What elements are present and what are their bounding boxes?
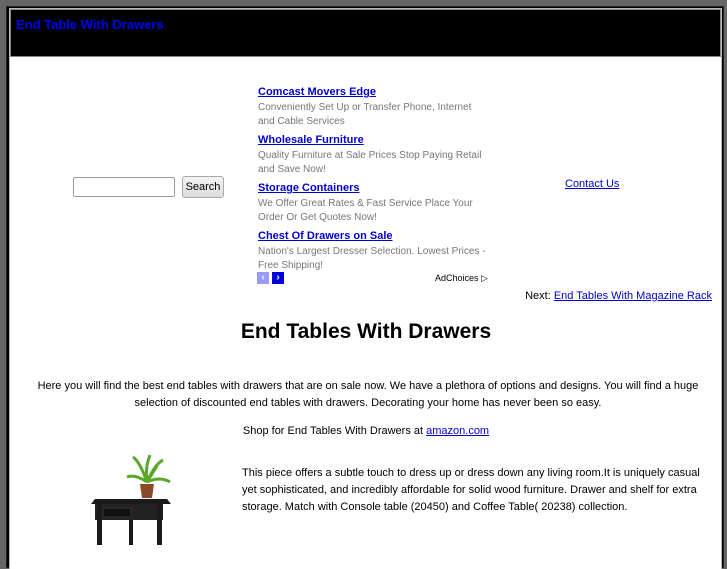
ad-title-link[interactable]: Comcast Movers Edge [258, 86, 490, 99]
adchoices-link[interactable]: AdChoices ▷ [435, 273, 488, 284]
ad-title-link[interactable]: Chest Of Drawers on Sale [258, 230, 490, 243]
site-title-link[interactable]: End Table With Drawers [16, 17, 164, 32]
plant-icon [126, 454, 171, 498]
shop-prefix: Shop for End Tables With Drawers at [242, 425, 424, 437]
ad-title-link[interactable]: Wholesale Furniture [258, 134, 490, 147]
product-image[interactable] [85, 452, 180, 545]
amazon-link[interactable]: amazon.com [426, 425, 489, 437]
adchoices-icon: ▷ [481, 273, 488, 283]
search-input[interactable] [73, 177, 175, 197]
ad-item: Comcast Movers Edge Conveniently Set Up … [258, 86, 490, 132]
next-article-link[interactable]: End Tables With Magazine Rack [554, 290, 712, 302]
ad-description: We Offer Great Rates & Fast Service Plac… [258, 198, 473, 223]
search-button[interactable]: Search [182, 176, 224, 198]
product-description: This piece offers a subtle touch to dres… [242, 467, 700, 513]
ad-block: Comcast Movers Edge Conveniently Set Up … [258, 86, 490, 278]
shop-line: Shop for End Tables With Drawers at amaz… [0, 425, 727, 437]
intro-text: Here you will find the best end tables w… [37, 380, 699, 409]
page-title: End Tables With Drawers [240, 320, 492, 343]
ad-item: Chest Of Drawers on Sale Nation's Larges… [258, 230, 490, 276]
ad-item: Wholesale Furniture Quality Furniture at… [258, 134, 490, 180]
ad-title-link[interactable]: Storage Containers [258, 182, 490, 195]
table-icon [91, 499, 171, 545]
next-article: Next: End Tables With Magazine Rack [525, 290, 712, 302]
next-prefix: Next: [525, 290, 551, 302]
ad-next-icon[interactable]: › [272, 272, 284, 284]
ad-description: Quality Furniture at Sale Prices Stop Pa… [258, 150, 482, 175]
ad-prev-icon[interactable]: ‹ [257, 272, 269, 284]
contact-us-link[interactable]: Contact Us [565, 178, 619, 190]
adchoices-label: AdChoices [435, 273, 479, 283]
ad-description: Conveniently Set Up or Transfer Phone, I… [258, 102, 472, 127]
ad-description: Nation's Largest Dresser Selection. Lowe… [258, 246, 486, 271]
ad-item: Storage Containers We Offer Great Rates … [258, 182, 490, 228]
